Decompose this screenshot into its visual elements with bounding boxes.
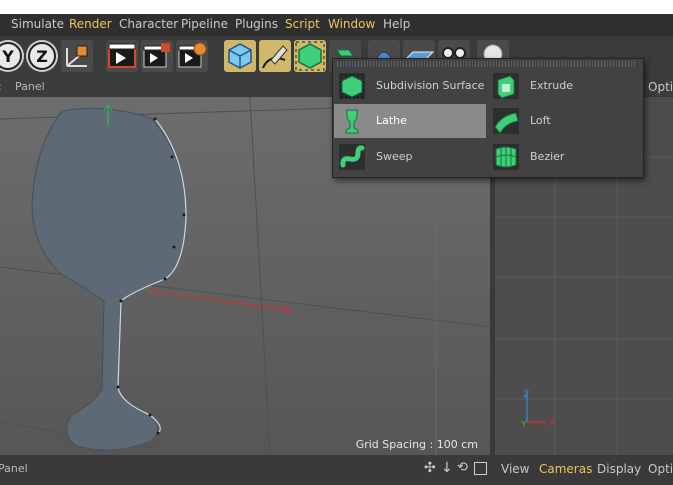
menu-plugins[interactable]: Plugins	[235, 17, 278, 31]
svg-text:Z: Z	[523, 390, 529, 400]
svg-text:Z: Z	[36, 47, 48, 66]
viewport-menu-fragment[interactable]: :	[0, 80, 2, 93]
menu-item-label: Loft	[530, 114, 551, 127]
toggle-view-icon[interactable]	[474, 462, 487, 475]
menu-simulate[interactable]: Simulate	[11, 17, 64, 31]
menu-item-bezier[interactable]: Bezier	[488, 140, 642, 174]
grid-spacing-label: Grid Spacing : 100 cm	[355, 438, 478, 451]
popup-tearoff-handle[interactable]	[337, 61, 637, 67]
menu-help[interactable]: Help	[383, 17, 410, 31]
loft-icon	[492, 107, 520, 135]
window-top-edge	[0, 0, 673, 14]
lock-z-axis-icon[interactable]: Z	[26, 40, 58, 72]
menu-pipeline[interactable]: Pipeline	[181, 17, 228, 31]
coordinate-system-icon[interactable]	[61, 40, 93, 72]
menu-item-lathe[interactable]: Lathe	[334, 104, 486, 138]
bezier-icon	[492, 143, 520, 171]
subdivision-surface-icon	[338, 72, 366, 100]
menu-item-extrude[interactable]: Extrude	[488, 69, 642, 103]
menu-item-sweep[interactable]: Sweep	[334, 140, 486, 174]
menu-window[interactable]: Window	[328, 17, 375, 31]
subdivision-generator-icon[interactable]	[294, 40, 326, 72]
viewport-panel-menu[interactable]: Panel	[15, 80, 45, 93]
menu-item-label: Lathe	[376, 114, 407, 127]
render-to-picture-viewer-icon[interactable]	[141, 40, 173, 72]
menu-item-label: Extrude	[530, 79, 574, 92]
extrude-icon	[492, 72, 520, 100]
render-settings-icon[interactable]	[176, 40, 208, 72]
sweep-icon	[338, 143, 366, 171]
bottom-left-panel: Panel ✣ ↓ ⟲	[0, 459, 492, 485]
render-view-icon[interactable]	[106, 40, 138, 72]
bottom-panel-menu[interactable]: Panel	[0, 462, 28, 475]
options-menu[interactable]: Optio	[648, 462, 673, 476]
menu-character[interactable]: Character	[119, 17, 178, 31]
right-viewport-options-menu[interactable]: Optic	[648, 80, 673, 94]
menu-item-loft[interactable]: Loft	[488, 104, 642, 138]
rotate-view-icon[interactable]: ⟲	[457, 460, 468, 475]
svg-text:Y: Y	[520, 420, 527, 430]
menu-script[interactable]: Script	[285, 17, 320, 31]
pen-spline-icon[interactable]	[259, 40, 291, 72]
menu-item-label: Subdivision Surface	[376, 79, 485, 92]
lock-y-axis-icon[interactable]: Y	[0, 40, 24, 72]
menu-item-subdivision-surface[interactable]: Subdivision Surface	[334, 69, 486, 103]
display-menu[interactable]: Display	[597, 462, 641, 476]
x-axis-glyph: X	[549, 418, 555, 428]
cube-object-icon[interactable]	[224, 40, 256, 72]
menu-item-label: Sweep	[376, 150, 413, 163]
cameras-menu[interactable]: Cameras	[539, 462, 592, 476]
menu-item-label: Bezier	[530, 150, 565, 163]
menu-render[interactable]: Render	[69, 17, 112, 31]
move-view-icon[interactable]: ✣	[424, 460, 436, 476]
zoom-view-icon[interactable]: ↓	[441, 460, 453, 476]
view-menu[interactable]: View	[501, 462, 529, 476]
lathe-icon	[338, 107, 366, 135]
y-glyph: Y	[1, 47, 14, 66]
generator-popup-menu: Subdivision Surface Extrude Lathe Loft S…	[332, 58, 644, 178]
